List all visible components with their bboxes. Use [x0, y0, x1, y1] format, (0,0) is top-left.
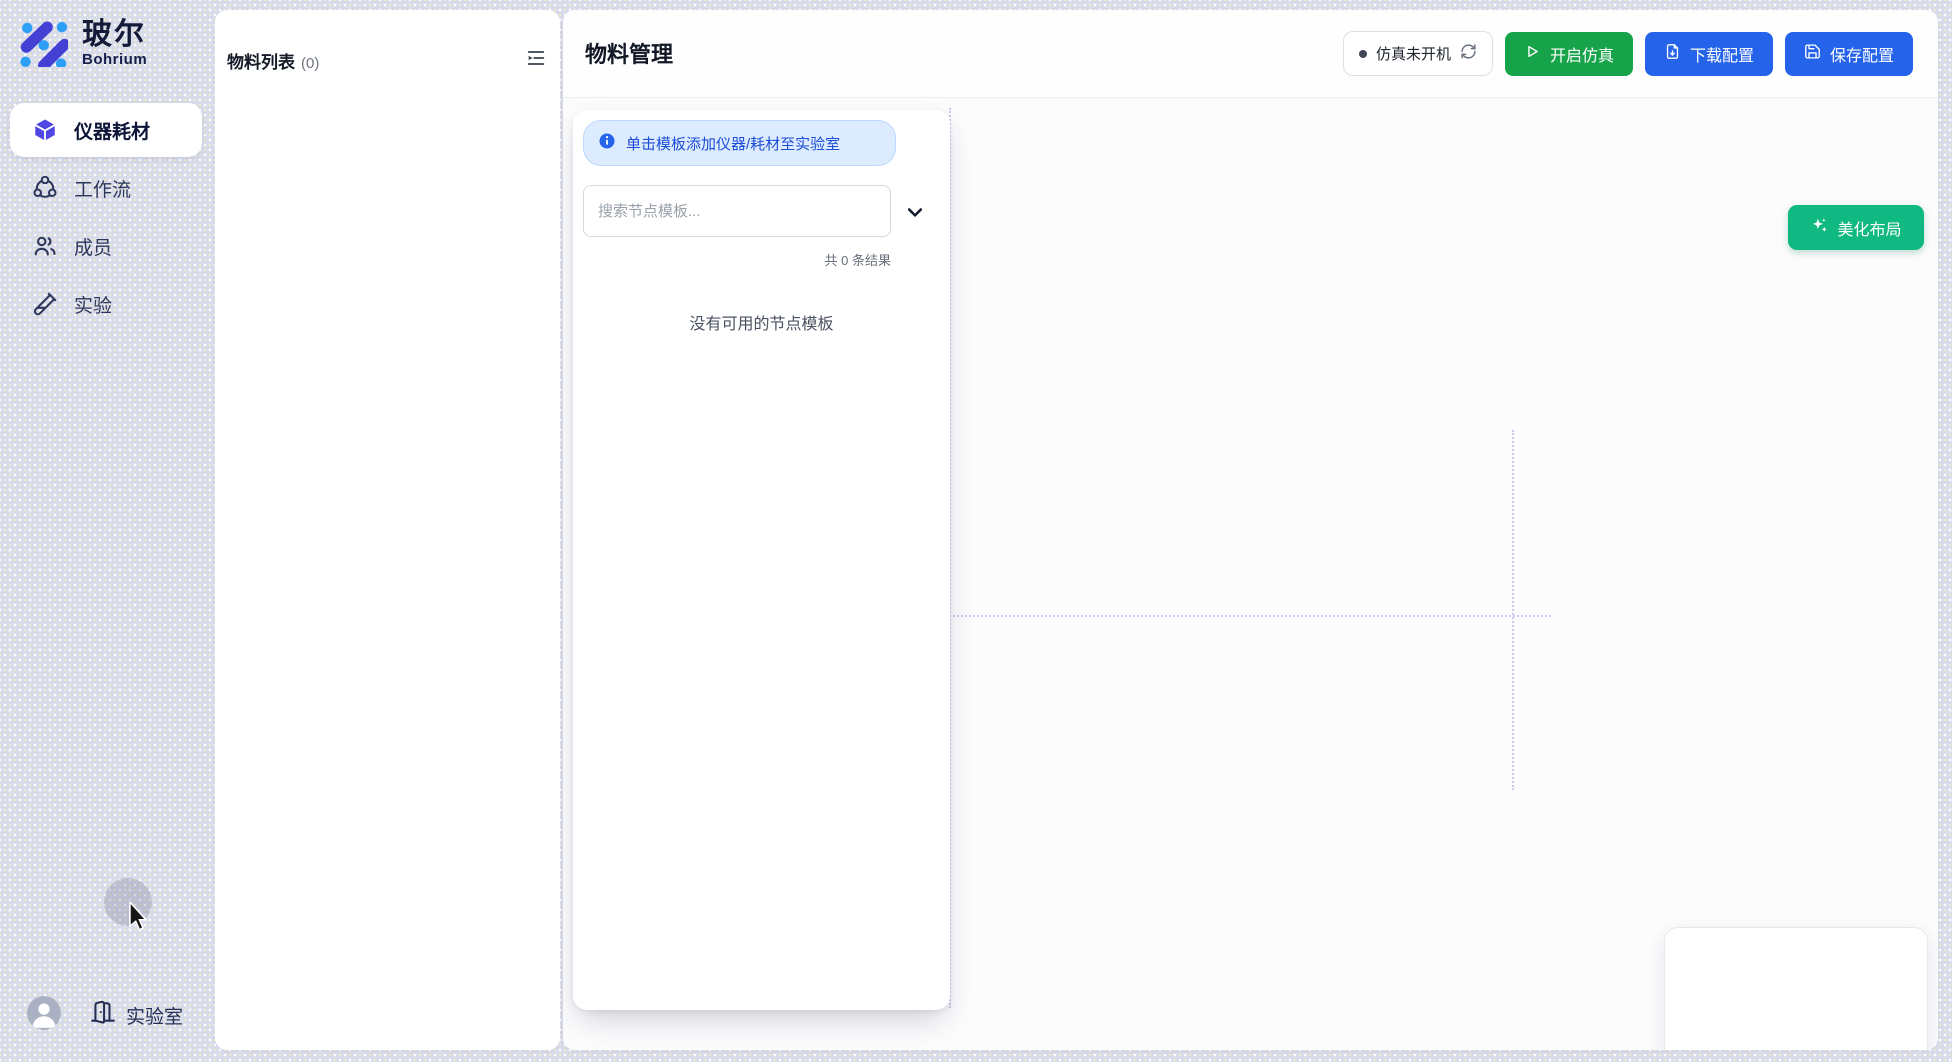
simulation-status-label: 仿真未开机 [1376, 43, 1451, 64]
sidebar-item-label: 实验 [74, 291, 112, 318]
cube-icon [32, 117, 58, 143]
panel-collapse-icon[interactable] [524, 46, 548, 70]
file-download-icon [1664, 43, 1681, 65]
user-avatar[interactable] [27, 996, 61, 1030]
save-config-label: 保存配置 [1830, 42, 1894, 66]
beautify-layout-button[interactable]: 美化布局 [1788, 205, 1924, 250]
page-header: 物料管理 仿真未开机 [563, 10, 1938, 98]
brand-name: 玻尔 Bohrium [82, 19, 147, 69]
start-simulation-label: 开启仿真 [1550, 42, 1614, 66]
test-tube-icon [32, 291, 58, 317]
sidebar-item-label: 成员 [74, 233, 112, 260]
page-title: 物料管理 [585, 37, 673, 69]
refresh-icon[interactable] [1460, 43, 1477, 65]
materials-title-text: 物料列表 [227, 53, 295, 72]
sidebar: 玻尔 Bohrium 仪器耗材 [0, 0, 215, 1062]
start-simulation-button[interactable]: 开启仿真 [1505, 32, 1633, 76]
brand-logo[interactable]: 玻尔 Bohrium [16, 15, 147, 72]
header-actions: 仿真未开机 [1343, 10, 1913, 97]
sidebar-item-lab[interactable]: 实验室 [90, 998, 183, 1032]
materials-count: (0) [301, 55, 319, 72]
play-icon [1524, 43, 1541, 65]
materials-list-header: 物料列表 (0) [215, 10, 560, 82]
sidebar-item-experiment[interactable]: 实验 [10, 277, 202, 331]
brand-name-en: Bohrium [82, 51, 147, 69]
brand-name-zh: 玻尔 [82, 19, 147, 51]
mouse-cursor [126, 902, 150, 937]
palette-hint-banner: 单击模板添加仪器/耗材至实验室 [583, 120, 896, 166]
chevron-down-icon[interactable] [903, 200, 927, 224]
beautify-layout-label: 美化布局 [1837, 216, 1901, 240]
workflow-icon [32, 175, 58, 201]
alignment-guide-horizontal [949, 615, 1551, 617]
app-window: 玻尔 Bohrium 仪器耗材 [0, 0, 1952, 1062]
sparkles-icon [1810, 216, 1829, 240]
status-dot-icon [1359, 50, 1367, 58]
sidebar-item-instruments[interactable]: 仪器耗材 [10, 103, 202, 157]
result-count: 共 0 条结果 [583, 250, 891, 269]
download-config-button[interactable]: 下载配置 [1645, 32, 1773, 76]
alignment-guide-vertical [1512, 430, 1514, 790]
sidebar-item-label: 仪器耗材 [74, 117, 150, 144]
palette-hint-text: 单击模板添加仪器/耗材至实验室 [626, 133, 840, 154]
sidebar-item-workflow[interactable]: 工作流 [10, 161, 202, 215]
main-content-card: 物料管理 仿真未开机 [563, 10, 1938, 1050]
bohrium-logo-icon [16, 15, 68, 72]
lab-label: 实验室 [126, 1002, 183, 1029]
empty-state-text: 没有可用的节点模板 [573, 310, 950, 334]
node-template-palette: 单击模板添加仪器/耗材至实验室 共 0 条结果 没有可用的节点模板 [573, 110, 950, 1010]
download-config-label: 下载配置 [1690, 42, 1754, 66]
sidebar-item-label: 工作流 [74, 175, 131, 202]
materials-list-panel: 物料列表 (0) [215, 10, 560, 1050]
simulation-status-pill[interactable]: 仿真未开机 [1343, 31, 1493, 76]
minimap[interactable] [1664, 927, 1928, 1050]
users-icon [32, 233, 58, 259]
info-icon [598, 132, 616, 154]
save-icon [1804, 43, 1821, 65]
save-config-button[interactable]: 保存配置 [1785, 32, 1913, 76]
materials-list-title: 物料列表 (0) [227, 48, 319, 73]
search-input[interactable] [583, 185, 891, 237]
sidebar-nav: 仪器耗材 工作流 [10, 103, 202, 331]
layout-canvas[interactable]: 单击模板添加仪器/耗材至实验室 共 0 条结果 没有可用的节点模板 [563, 98, 1938, 1050]
sidebar-item-members[interactable]: 成员 [10, 219, 202, 273]
door-open-icon [90, 999, 116, 1031]
